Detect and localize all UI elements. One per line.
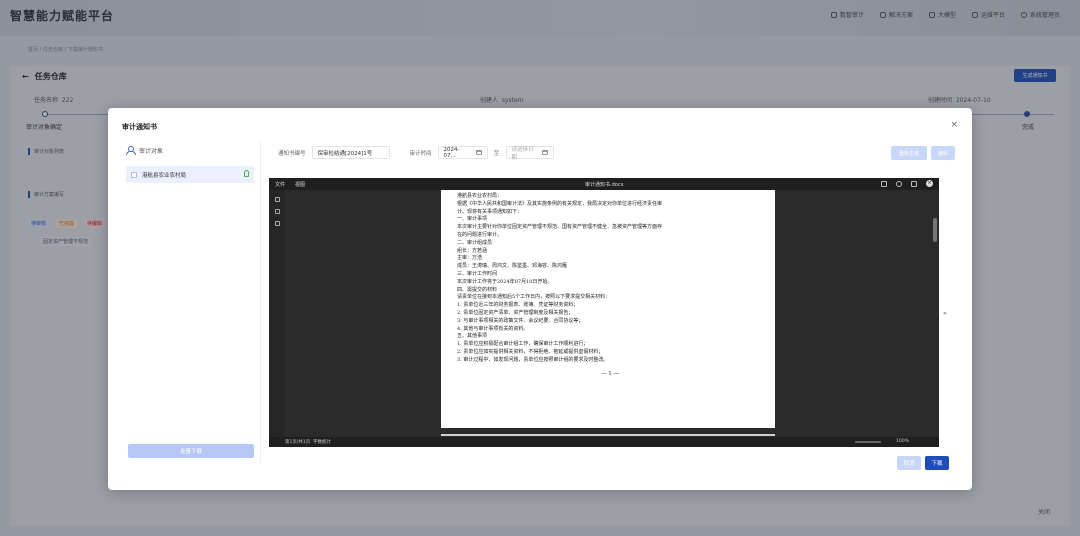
- edit-button[interactable]: 编辑: [931, 146, 955, 160]
- page-status: 第1页/共1页: [285, 440, 311, 445]
- expand-arrow-icon[interactable]: »: [943, 310, 947, 317]
- doc-line: 3. 审计过程中，如发现问题，贵单位应按照审计组的要求及时整改。: [457, 356, 609, 363]
- viewer-close-icon[interactable]: ×: [926, 180, 933, 187]
- search-icon[interactable]: [896, 180, 902, 187]
- zoom-level: 100%: [896, 439, 909, 444]
- bulb-icon: [244, 170, 249, 177]
- download-button[interactable]: 下载: [925, 456, 949, 470]
- target-item-label: 港航县农业农村局: [142, 172, 187, 179]
- end-date-picker[interactable]: 请选择日期: [505, 146, 554, 161]
- cancel-button[interactable]: 取消: [897, 456, 921, 470]
- doc-line: 本次审计主要针对你单位固定资产管理不规范、国有资产管理不健全、急被资产管理等方面…: [457, 224, 663, 231]
- modal-title: 审计通知书: [122, 123, 157, 131]
- file-name: 审计通知书.docx: [585, 182, 624, 188]
- doc-line: 二、审计组成员: [457, 239, 493, 246]
- viewer-scrollbar[interactable]: [933, 218, 937, 242]
- close-icon[interactable]: ×: [950, 120, 958, 130]
- menu-file[interactable]: 文件: [275, 181, 285, 188]
- batch-download-button[interactable]: 批量下载: [128, 444, 254, 458]
- doc-line: 本次审计工作将于2024年07月10日开始。: [457, 278, 553, 285]
- comment-icon[interactable]: [274, 221, 280, 226]
- outline-icon[interactable]: [274, 209, 280, 214]
- fullscreen-icon[interactable]: [911, 180, 917, 187]
- doc-line: 港航县农业农村局：: [457, 193, 503, 199]
- audit-time-label: 审计时间: [409, 150, 432, 157]
- doc-line: 4. 其他与审计事项有关的资料。: [457, 325, 529, 332]
- word-count[interactable]: 字数统计: [313, 439, 331, 445]
- regenerate-button[interactable]: 重新生成: [891, 146, 927, 160]
- target-checkbox[interactable]: [131, 171, 137, 178]
- viewer-tools: ×: [881, 180, 933, 187]
- doc-line: 计。现将有关事项通知如下：: [457, 208, 523, 215]
- range-separator: 至: [493, 150, 500, 157]
- calendar-icon: [541, 150, 548, 155]
- doc-line: 成员：王涛瑞、周鸿文、陈鉴墨、邓海容、陈鸿雁: [457, 263, 568, 270]
- target-header: 审计对象: [126, 142, 254, 158]
- divider: [260, 142, 261, 462]
- calendar-icon: [475, 150, 482, 155]
- doc-line: 主审：万浩: [457, 255, 483, 262]
- doc-line: 三、审计工作时间: [457, 270, 498, 277]
- doc-line: 2. 贵单位应如实提供相关资料，不得拒绝、拖延或提供虚假材料；: [457, 348, 604, 355]
- viewer-statusbar: 第1页/共1页 字数统计 100%: [269, 437, 939, 447]
- doc-line: 五、其他事项: [457, 333, 488, 340]
- document-viewer: 文件 视图 审计通知书.docx × 港航县农业农村局： 根据《中华人民共和国审…: [269, 178, 939, 447]
- viewer-sidebar: [269, 190, 285, 437]
- doc-line: 2. 贵单位固定资产清单、资产管理制度及相关报告；: [457, 309, 574, 316]
- doc-line: 组长：方若涵: [457, 247, 488, 254]
- start-date-picker[interactable]: 2024-07...: [437, 146, 488, 159]
- doc-line: 根据《中华人民共和国审计法》及其实施条例的有关规定，我局决定对你单位进行经济责任…: [457, 200, 663, 207]
- doc-line: 请贵单位在接到本通知后5个工作日内，按照以下要求提交相关材料：: [457, 294, 611, 301]
- doc-no-label: 通知书编号: [278, 150, 306, 157]
- doc-line: 在的问题进行审计。: [457, 231, 503, 238]
- print-icon[interactable]: [881, 180, 887, 187]
- audit-target-panel: 审计对象 港航县农业农村局 批量下载: [126, 142, 254, 462]
- page-number: — 1 —: [601, 370, 619, 377]
- doc-no-input[interactable]: 保审检结通[2024]1号: [311, 146, 390, 159]
- viewer-toolbar: 文件 视图 审计通知书.docx ×: [269, 178, 939, 190]
- doc-line: 1. 贵单位近三年的财务报表、账簿、凭证等财务资料；: [457, 302, 579, 309]
- person-icon: [126, 146, 136, 155]
- menu-view[interactable]: 视图: [295, 181, 305, 188]
- target-item[interactable]: 港航县农业农村局: [126, 166, 254, 183]
- document-page: 港航县农业农村局： 根据《中华人民共和国审计法》及其实施条例的有关规定，我局决定…: [441, 190, 775, 428]
- doc-line: 3. 与审计事项相关的政策文件、会议纪要、合同协议等；: [457, 317, 584, 324]
- doc-line: 1. 贵单位应积极配合审计组工作，确保审计工作顺利进行；: [457, 341, 589, 348]
- audit-notice-modal: 审计通知书 × 审计对象 港航县农业农村局 批量下载 通知书编号 保审检结通[2…: [108, 108, 972, 490]
- zoom-slider[interactable]: [855, 441, 881, 443]
- next-page-edge: [441, 434, 775, 436]
- notice-form: 通知书编号 保审检结通[2024]1号 审计时间 2024-07... 至 请选…: [278, 146, 554, 161]
- thumbnail-icon[interactable]: [274, 197, 280, 202]
